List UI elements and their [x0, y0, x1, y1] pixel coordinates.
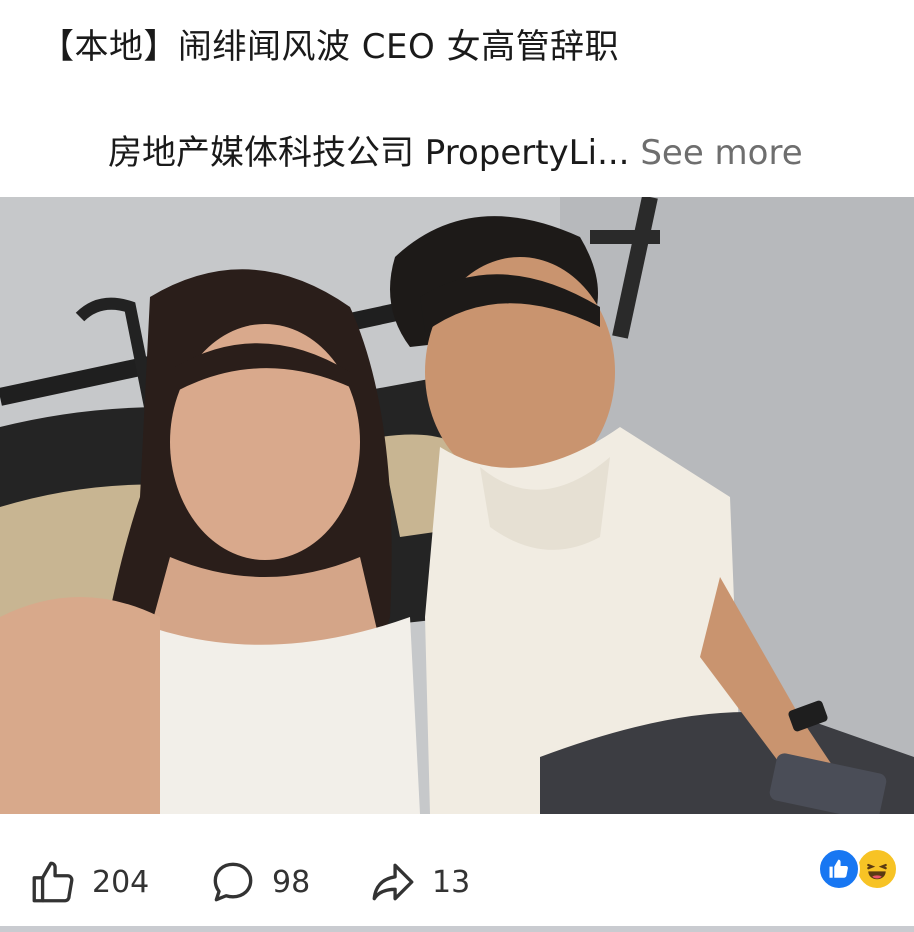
- comment-bubble-icon: [208, 857, 258, 907]
- comment-count: 98: [272, 864, 311, 900]
- post-title: 【本地】闹绯闻风波 CEO 女高管辞职: [40, 27, 620, 67]
- comment-button[interactable]: 98: [208, 852, 310, 912]
- photo-illustration: [0, 197, 914, 814]
- share-arrow-icon: [368, 857, 418, 907]
- news-post: 【本地】闹绯闻风波 CEO 女高管辞职 房地产媒体科技公司 PropertyLi…: [0, 0, 914, 932]
- post-divider: [0, 926, 914, 932]
- like-button[interactable]: 204: [28, 852, 149, 912]
- post-actions-bar: 204 98 13: [0, 814, 914, 926]
- like-reaction-icon: [818, 848, 860, 890]
- thumbs-up-icon: [28, 857, 78, 907]
- post-excerpt: 房地产媒体科技公司 PropertyLi... See more: [108, 128, 803, 178]
- like-count: 204: [92, 864, 150, 900]
- share-count: 13: [432, 864, 471, 900]
- reaction-summary[interactable]: [818, 848, 902, 892]
- post-photo[interactable]: [0, 197, 914, 814]
- share-button[interactable]: 13: [368, 852, 470, 912]
- haha-reaction-icon: [856, 848, 898, 890]
- see-more-link[interactable]: See more: [640, 133, 802, 173]
- post-excerpt-text: 房地产媒体科技公司 PropertyLi...: [108, 133, 630, 173]
